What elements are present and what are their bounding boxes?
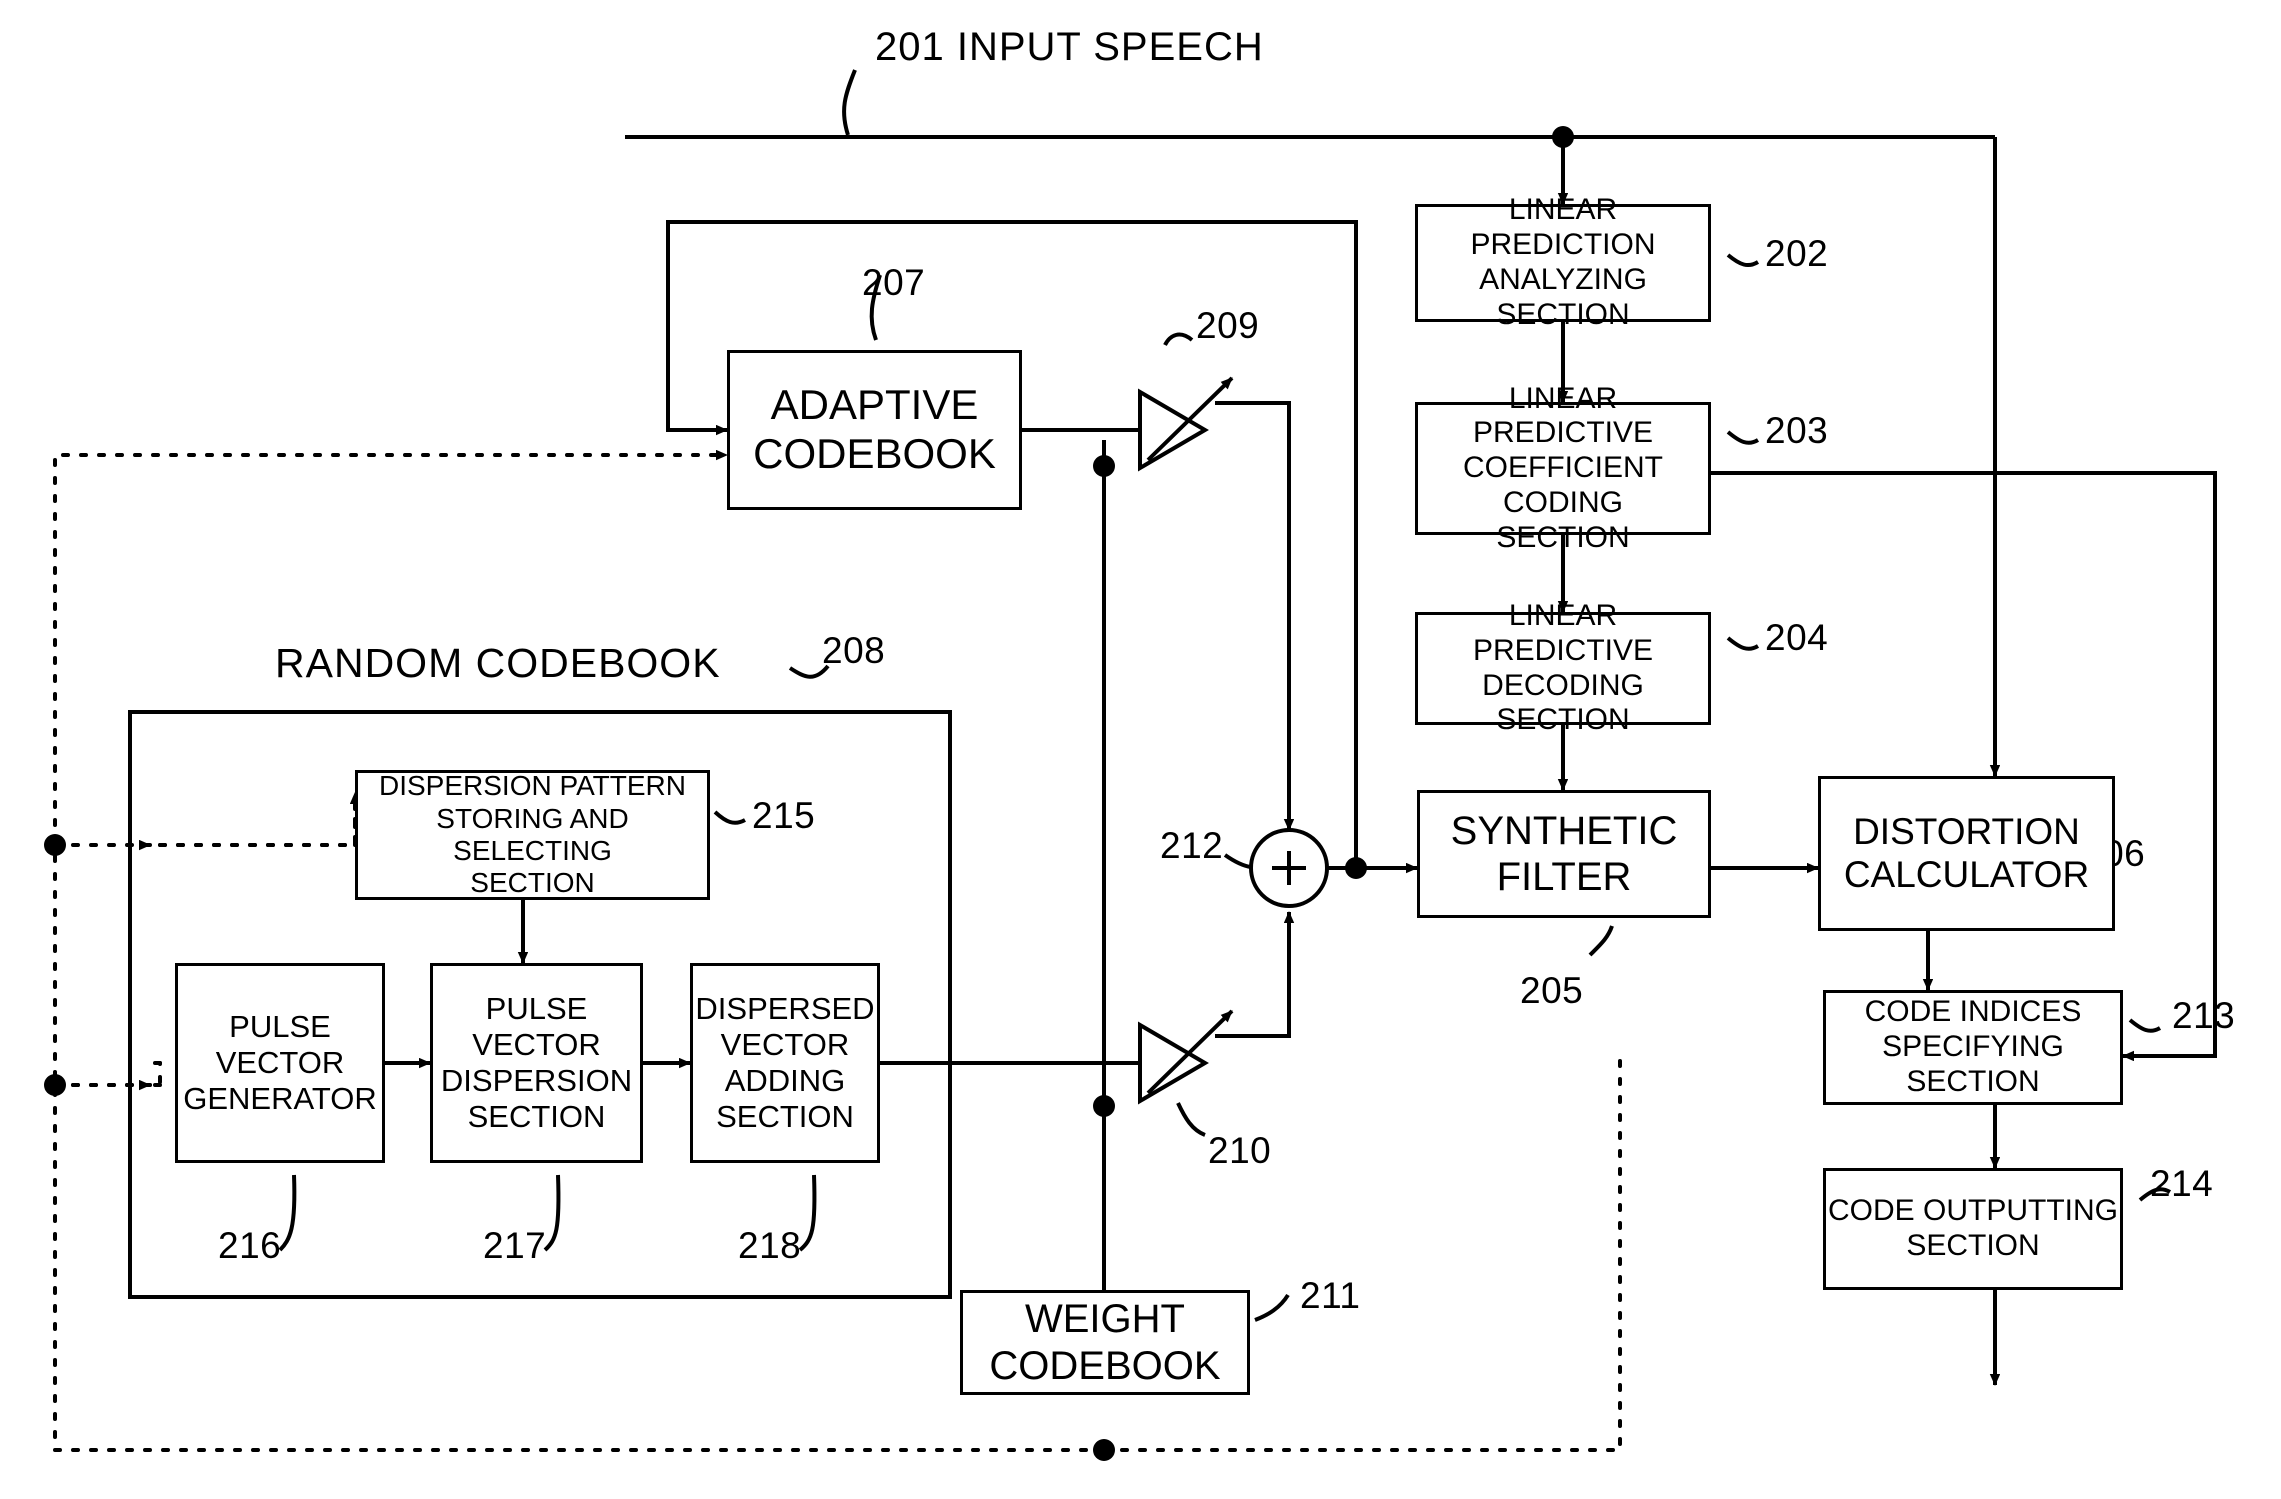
ref-211: 211 [1300, 1275, 1361, 1316]
ref-203: 203 [1765, 410, 1829, 451]
ref-204: 204 [1765, 617, 1829, 658]
block-linear-predictive-decoding[interactable]: LINEAR PREDICTIVE DECODING SECTION [1415, 599, 1711, 736]
ref-212: 212 [1160, 825, 1224, 866]
ref-210: 210 [1208, 1130, 1272, 1171]
ref-217: 217 [483, 1225, 547, 1266]
ref-207: 207 [862, 262, 926, 303]
block-distortion-calculator[interactable]: DISTORTION CALCULATOR [1818, 776, 2115, 931]
random-codebook-label: RANDOM CODEBOOK [275, 640, 721, 686]
block-code-indices-specifying[interactable]: CODE INDICES SPECIFYING SECTION [1823, 990, 2123, 1105]
ref-218: 218 [738, 1225, 802, 1266]
ref-214: 214 [2150, 1163, 2214, 1204]
ref-209: 209 [1196, 305, 1260, 346]
ref-215: 215 [752, 795, 816, 836]
block-pulse-vector-generator[interactable]: PULSE VECTOR GENERATOR [175, 963, 385, 1163]
ref-202: 202 [1765, 233, 1829, 274]
block-code-outputting[interactable]: CODE OUTPUTTING SECTION [1823, 1168, 2123, 1290]
block-dispersed-vector-adding[interactable]: DISPERSED VECTOR ADDING SECTION [690, 963, 880, 1163]
ref-208: 208 [822, 630, 886, 671]
block-linear-prediction-analyzing[interactable]: LINEAR PREDICTION ANALYZING SECTION [1415, 193, 1711, 331]
block-linear-predictive-coefficient-coding[interactable]: LINEAR PREDICTIVE COEFFICIENT CODING SEC… [1415, 382, 1711, 554]
input-speech-title: 201 INPUT SPEECH [875, 25, 1264, 69]
diagram-canvas: 201 INPUT SPEECH RANDOM CODEBOOK 207 208… [0, 0, 2281, 1499]
block-pulse-vector-dispersion[interactable]: PULSE VECTOR DISPERSION SECTION [430, 963, 643, 1163]
block-synthetic-filter[interactable]: SYNTHETIC FILTER [1417, 790, 1711, 918]
block-dispersion-pattern-storing-selecting[interactable]: DISPERSION PATTERN STORING AND SELECTING… [355, 770, 710, 900]
ref-205: 205 [1520, 970, 1584, 1011]
block-weight-codebook[interactable]: WEIGHT CODEBOOK [960, 1290, 1250, 1395]
ref-213: 213 [2172, 995, 2236, 1036]
ref-216: 216 [218, 1225, 282, 1266]
block-adaptive-codebook[interactable]: ADAPTIVE CODEBOOK [727, 350, 1022, 510]
